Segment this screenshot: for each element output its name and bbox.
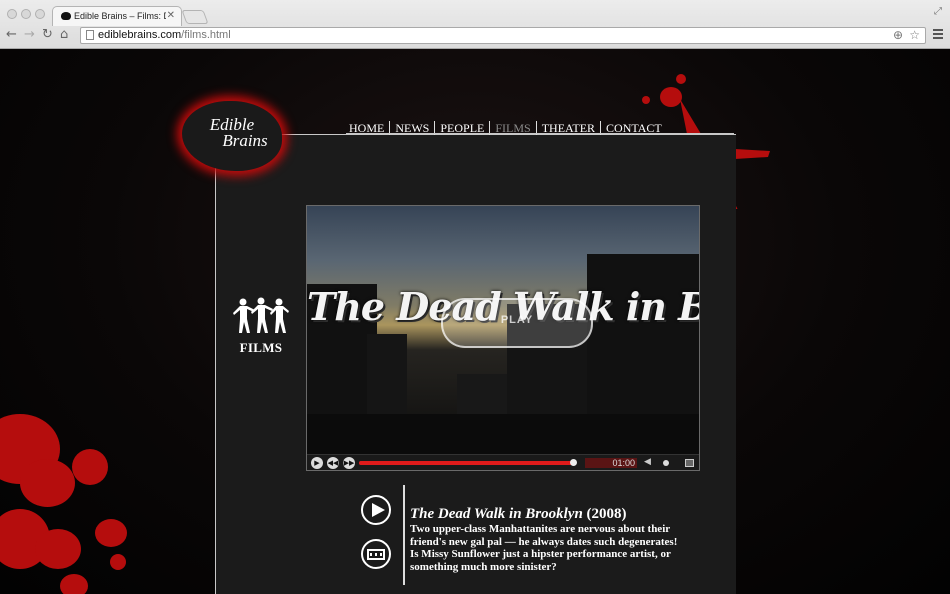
minimize-window-button[interactable] (21, 9, 31, 19)
site-logo[interactable]: Edible Brains (182, 101, 282, 171)
zoom-icon[interactable]: ⊕ (893, 28, 903, 43)
logo-text: Edible Brains (209, 115, 268, 150)
brain-favicon-icon (61, 12, 71, 20)
main-nav: HOME NEWS PEOPLE FILMS THEATER CONTACT (344, 119, 667, 135)
film-title[interactable]: The Dead Walk in Brooklyn (2008) (410, 506, 627, 523)
url-text[interactable]: ediblebrains.com/films.html (98, 29, 231, 41)
film-description: Two upper-class Manhattanites are nervou… (410, 523, 678, 573)
video-play-button[interactable]: PLAY (441, 298, 593, 348)
arrow-right-icon[interactable]: → (24, 28, 35, 42)
new-tab-button[interactable] (181, 10, 209, 24)
fullscreen-video-icon[interactable] (685, 459, 694, 467)
video-player[interactable]: The Dead Walk in Brooklyn PLAY ▶ ◀◀ ▶▶ 0… (306, 205, 700, 471)
web-page: Edible Brains HOME NEWS PEOPLE FILMS THEATER C… (0, 49, 950, 594)
tab-title: Edible Brains – Films: Dead (74, 11, 166, 21)
browser-tab[interactable]: Edible Brains – Films: Dead ✕ (52, 6, 182, 26)
reload-icon[interactable]: ↻ (42, 28, 53, 42)
play-film-button[interactable] (361, 495, 391, 525)
zoom-window-button[interactable] (35, 9, 45, 19)
film-strip-icon (367, 549, 385, 560)
video-time: 01:00 (585, 458, 637, 468)
video-frame[interactable]: The Dead Walk in Brooklyn PLAY (307, 206, 699, 454)
rewind-icon[interactable]: ◀◀ (327, 457, 339, 469)
progress-handle[interactable] (569, 459, 577, 466)
fullscreen-icon[interactable]: ⤢ (934, 6, 942, 17)
progress-fill (359, 461, 573, 465)
films-section-header: FILMS (230, 297, 292, 356)
video-progress-bar[interactable] (359, 459, 577, 466)
browser-chrome: Edible Brains – Films: Dead ✕ ⤢ ← → ↻ ⌂ … (0, 0, 950, 49)
entry-divider (403, 485, 405, 585)
volume-slider[interactable] (663, 460, 669, 466)
address-bar[interactable]: ediblebrains.com/films.html ⊕ ☆ (80, 27, 926, 44)
play-icon[interactable]: ▶ (311, 457, 323, 469)
bookmark-star-icon[interactable]: ☆ (909, 28, 920, 43)
video-controls: ▶ ◀◀ ▶▶ 01:00 ◀ (307, 454, 699, 470)
page-icon (86, 30, 94, 40)
zombies-icon (233, 297, 289, 333)
menu-icon[interactable] (933, 29, 943, 39)
fast-forward-icon[interactable]: ▶▶ (343, 457, 355, 469)
close-tab-icon[interactable]: ✕ (167, 10, 175, 21)
home-icon[interactable]: ⌂ (60, 28, 68, 42)
play-icon (372, 503, 385, 517)
section-label: FILMS (239, 340, 283, 355)
close-window-button[interactable] (7, 9, 17, 19)
film-details-button[interactable] (361, 539, 391, 569)
arrow-left-icon[interactable]: ← (6, 28, 17, 42)
nav-underline (346, 133, 734, 134)
volume-icon[interactable]: ◀ (644, 457, 651, 467)
